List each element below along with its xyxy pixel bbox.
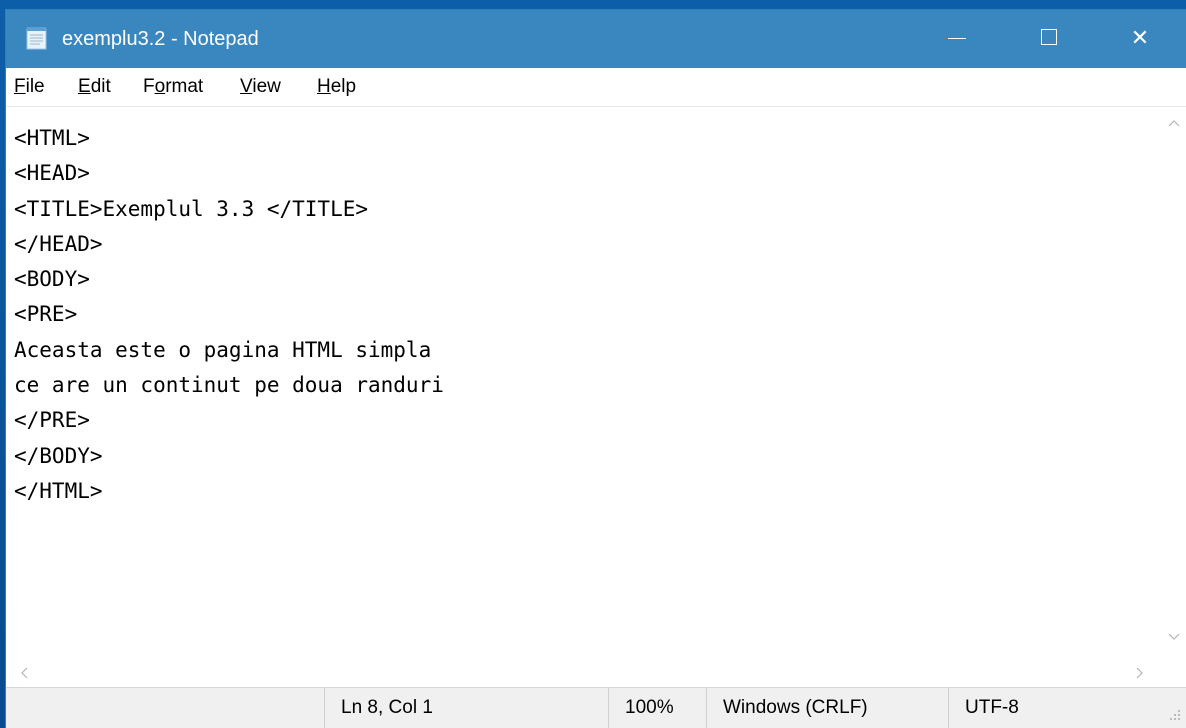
menu-format-rest: rmat [165, 76, 204, 97]
menu-file-rest: ile [25, 76, 45, 97]
menu-format-accel: o [154, 76, 166, 97]
menu-help-rest: elp [330, 76, 357, 97]
status-cursor-position: Ln 8, Col 1 [324, 688, 608, 728]
notepad-window: exemplu3.2 - Notepad ✕ File Edit Format … [6, 10, 1186, 728]
editor-line: <HEAD> [14, 161, 90, 186]
menu-view-accel: V [240, 76, 253, 97]
menu-edit[interactable]: Edit [78, 76, 111, 98]
editor-line: </HTML> [14, 478, 103, 503]
menu-view[interactable]: View [240, 76, 281, 98]
menu-edit-rest: dit [90, 76, 111, 97]
editor-line: Aceasta este o pagina HTML simpla [14, 337, 432, 362]
scroll-right-icon[interactable] [1136, 667, 1144, 679]
status-line-ending: Windows (CRLF) [706, 688, 948, 728]
scroll-left-icon[interactable] [20, 667, 28, 679]
menu-format-pre: F [143, 76, 155, 97]
menu-help-accel: H [317, 76, 331, 97]
maximize-button[interactable] [1004, 10, 1096, 68]
status-bar: Ln 8, Col 1 100% Windows (CRLF) UTF-8 [6, 687, 1186, 728]
desktop-background: exemplu3.2 - Notepad ✕ File Edit Format … [0, 0, 1186, 728]
editor-line: <BODY> [14, 267, 90, 292]
window-title: exemplu3.2 - Notepad [62, 28, 259, 50]
vertical-scrollbar[interactable] [1162, 107, 1186, 655]
scrollbar-corner [1162, 655, 1186, 687]
horizontal-scrollbar[interactable] [6, 655, 1162, 687]
status-encoding: UTF-8 [948, 688, 1166, 728]
editor-line: <PRE> [14, 302, 78, 327]
editor-line: <HTML> [14, 126, 90, 150]
maximize-icon [1041, 29, 1057, 45]
title-bar[interactable]: exemplu3.2 - Notepad ✕ [6, 10, 1186, 68]
editor-line: </PRE> [14, 408, 90, 433]
notepad-app-icon [26, 27, 47, 50]
editor-line: <TITLE>Exemplul 3.3 </TITLE> [14, 196, 369, 221]
close-button[interactable]: ✕ [1094, 10, 1186, 68]
scroll-down-icon[interactable] [1168, 633, 1180, 641]
menu-bar: File Edit Format View Help [6, 68, 1186, 107]
menu-help[interactable]: Help [317, 76, 356, 98]
text-editor-area[interactable]: <HTML> <HEAD> <TITLE>Exemplul 3.3 </TITL… [6, 107, 1162, 655]
resize-grip-icon[interactable] [1166, 705, 1182, 723]
menu-file-accel: F [14, 76, 26, 97]
close-icon: ✕ [1130, 25, 1150, 50]
minimize-button[interactable] [912, 10, 1004, 68]
menu-format[interactable]: Format [143, 76, 203, 98]
scroll-up-icon[interactable] [1168, 119, 1180, 127]
editor-line: </HEAD> [14, 231, 103, 256]
menu-file[interactable]: File [14, 76, 45, 98]
editor-content[interactable]: <HTML> <HEAD> <TITLE>Exemplul 3.3 </TITL… [6, 107, 1162, 509]
editor-line: </BODY> [14, 443, 103, 468]
menu-view-rest: iew [252, 76, 281, 97]
status-zoom: 100% [608, 688, 706, 728]
editor-line: ce are un continut pe doua randuri [14, 373, 444, 398]
menu-edit-accel: E [78, 76, 91, 97]
minimize-icon [948, 38, 966, 39]
